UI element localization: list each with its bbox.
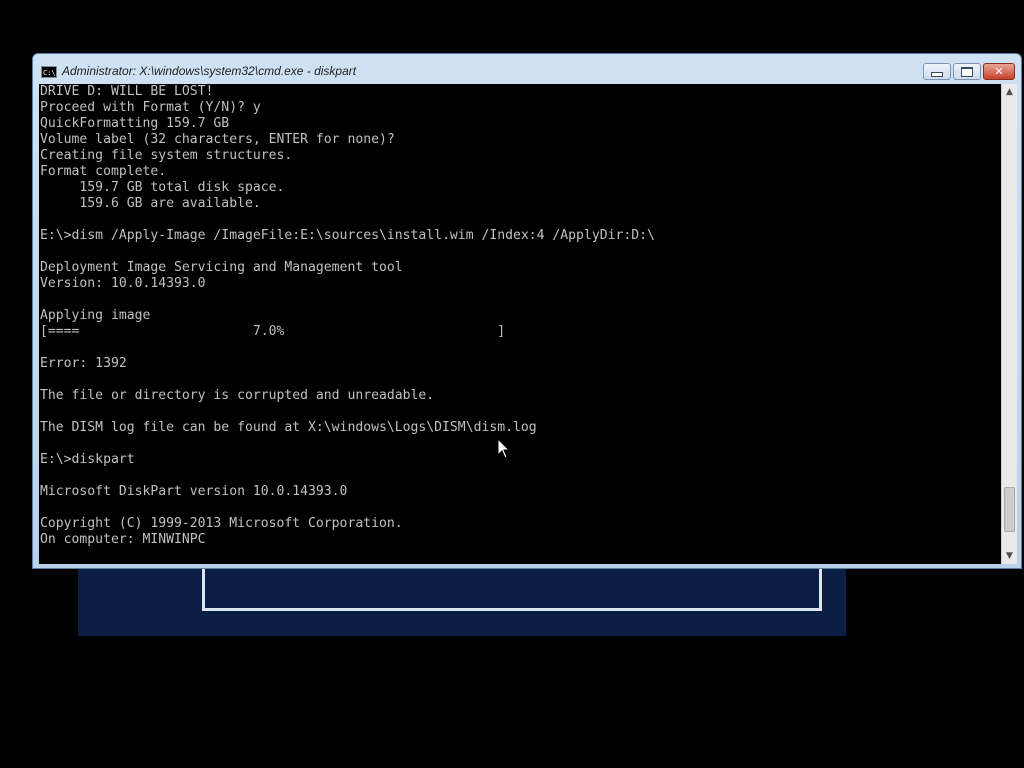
console-line: The DISM log file can be found at X:\win…: [40, 420, 537, 435]
console-output-area[interactable]: DRIVE D: WILL BE LOST! Proceed with Forma…: [39, 84, 1001, 564]
console-line: On computer: MINWINPC: [40, 532, 206, 547]
cmd-icon: C:\: [41, 66, 57, 78]
minimize-icon: [931, 71, 943, 77]
console-line: Creating file system structures.: [40, 148, 293, 163]
maximize-button[interactable]: [953, 63, 981, 80]
scroll-thumb[interactable]: [1004, 487, 1015, 532]
console-line: Proceed with Format (Y/N)? y: [40, 100, 261, 115]
vertical-scrollbar[interactable]: ▲ ▼: [1001, 84, 1017, 564]
minimize-button[interactable]: [923, 63, 951, 80]
console-window[interactable]: C:\ Administrator: X:\windows\system32\c…: [32, 53, 1022, 569]
title-bar[interactable]: C:\ Administrator: X:\windows\system32\c…: [33, 54, 1021, 84]
maximize-icon: [961, 66, 973, 77]
console-line: QuickFormatting 159.7 GB: [40, 116, 230, 131]
window-controls: ✕: [923, 63, 1015, 80]
console-line: Volume label (32 characters, ENTER for n…: [40, 132, 395, 147]
console-line: Applying image: [40, 308, 151, 323]
console-line: Format complete.: [40, 164, 167, 179]
console-line: DRIVE D: WILL BE LOST!: [40, 84, 214, 99]
console-line: Microsoft DiskPart version 10.0.14393.0: [40, 484, 348, 499]
console-text: DRIVE D: WILL BE LOST! Proceed with Forma…: [40, 84, 655, 548]
console-line: E:\>diskpart: [40, 452, 135, 467]
console-line: E:\>dism /Apply-Image /ImageFile:E:\sour…: [40, 228, 655, 243]
close-button[interactable]: ✕: [983, 63, 1015, 80]
close-icon: ✕: [994, 65, 1004, 78]
scroll-up-arrow-icon[interactable]: ▲: [1002, 84, 1017, 100]
console-line: Error: 1392: [40, 356, 127, 371]
console-line: Version: 10.0.14393.0: [40, 276, 206, 291]
console-line: The file or directory is corrupted and u…: [40, 388, 435, 403]
console-line: 159.7 GB total disk space.: [40, 180, 285, 195]
mouse-pointer-icon: [497, 438, 511, 459]
console-line: Copyright (C) 1999-2013 Microsoft Corpor…: [40, 516, 403, 531]
console-line: [==== 7.0% ]: [40, 324, 506, 339]
console-line: 159.6 GB are available.: [40, 196, 261, 211]
window-title: Administrator: X:\windows\system32\cmd.e…: [62, 64, 357, 78]
scroll-down-arrow-icon[interactable]: ▼: [1002, 548, 1017, 564]
console-line: Deployment Image Servicing and Managemen…: [40, 260, 403, 275]
